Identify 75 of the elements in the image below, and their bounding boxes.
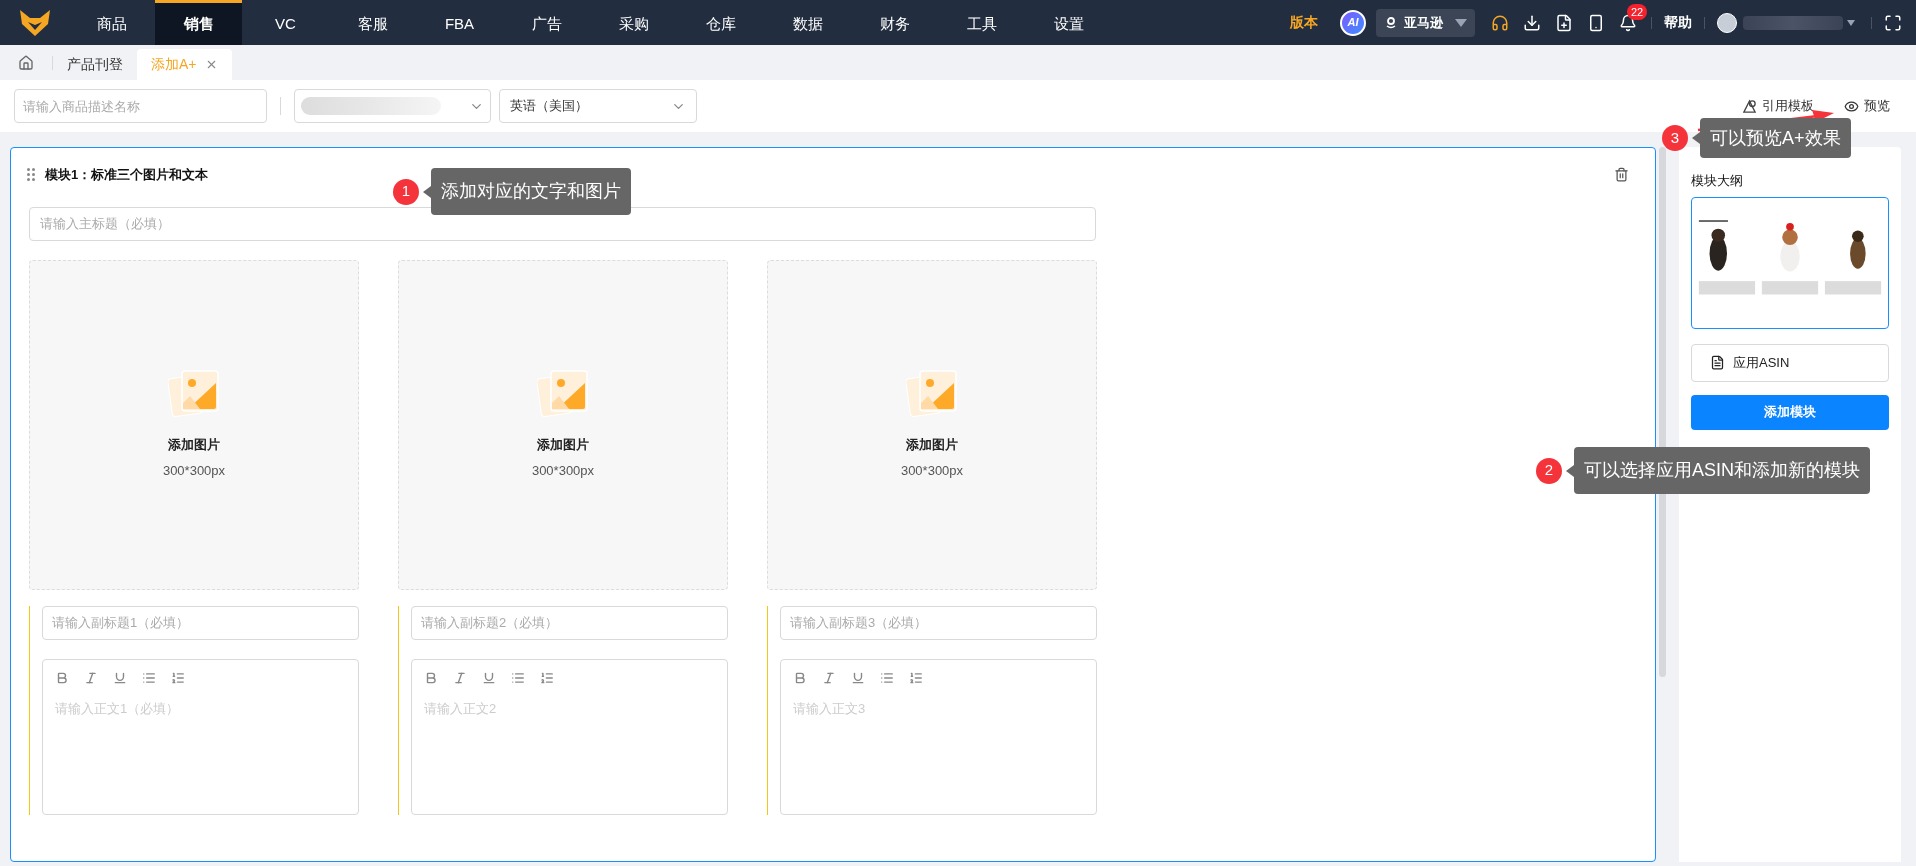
underline-icon[interactable] xyxy=(482,670,496,685)
name-input[interactable]: 请输入商品描述名称 xyxy=(14,89,267,123)
shapes-icon xyxy=(1742,98,1757,114)
numbered-list-icon[interactable] xyxy=(909,670,923,685)
caret-icon xyxy=(1847,19,1855,26)
callout-tooltip: 可以选择应用ASIN和添加新的模块 xyxy=(1574,447,1870,494)
italic-icon[interactable] xyxy=(822,670,836,685)
nav-tab[interactable]: 采购 xyxy=(590,0,677,45)
fullscreen-icon[interactable] xyxy=(1884,13,1902,32)
image-upload-area[interactable]: 添加图片 300*300px xyxy=(767,259,1097,590)
nav-tab[interactable]: 数据 xyxy=(764,0,851,45)
bold-icon[interactable] xyxy=(55,670,69,685)
upload-label: 添加图片 xyxy=(168,436,220,454)
nav-tab[interactable]: 仓库 xyxy=(677,0,764,45)
nav-tab[interactable]: 设置 xyxy=(1025,0,1112,45)
template-link[interactable]: 引用模板 xyxy=(1742,96,1814,116)
preview-link[interactable]: 预览 xyxy=(1844,96,1890,116)
headline-input[interactable]: 请输入主标题（必填） xyxy=(29,206,1096,241)
outline-title: 模块大纲 xyxy=(1691,172,1744,190)
phone-icon[interactable] xyxy=(1587,13,1605,32)
numbered-list-icon[interactable] xyxy=(540,670,554,685)
image-size-hint: 300*300px xyxy=(531,461,595,480)
notification-badge: 22 xyxy=(1627,3,1648,20)
underline-icon[interactable] xyxy=(113,670,127,685)
file-add-icon[interactable] xyxy=(1555,13,1573,32)
image-upload-area[interactable]: 添加图片 300*300px xyxy=(398,259,728,590)
eye-icon xyxy=(1844,98,1859,114)
underline-icon[interactable] xyxy=(851,670,865,685)
fox-logo-icon xyxy=(18,7,52,38)
avatar[interactable] xyxy=(1717,12,1737,33)
document-icon xyxy=(1710,355,1725,370)
upload-label: 添加图片 xyxy=(906,436,958,454)
nav-tab[interactable]: 财务 xyxy=(851,0,938,45)
upload-label: 添加图片 xyxy=(537,436,589,454)
bold-icon[interactable] xyxy=(424,670,438,685)
image-size-hint: 300*300px xyxy=(900,461,964,480)
nav-tab[interactable]: 广告 xyxy=(503,0,590,45)
nav-tab[interactable]: 商品 xyxy=(68,0,155,45)
nav-tab[interactable]: 客服 xyxy=(329,0,416,45)
bold-icon[interactable] xyxy=(793,670,807,685)
callout-tooltip: 添加对应的文字和图片 xyxy=(431,168,631,215)
nav-tab[interactable]: 销售 xyxy=(155,0,242,45)
pointer-icon xyxy=(1692,132,1700,144)
trash-icon[interactable] xyxy=(1614,167,1629,183)
language-select[interactable]: 英语（美国） xyxy=(499,89,697,123)
help-link[interactable]: 帮助 xyxy=(1664,12,1692,33)
image-size-hint: 300*300px xyxy=(162,461,226,480)
nav-tab[interactable]: VC xyxy=(242,0,329,45)
subtitle-input[interactable]: 请输入副标题2（必填） xyxy=(411,605,728,640)
ai-button[interactable]: AI xyxy=(1340,9,1366,36)
add-module-button[interactable]: 添加模块 xyxy=(1691,394,1889,430)
image-upload-area[interactable]: 添加图片 300*300px xyxy=(29,259,359,590)
nav-tab[interactable]: FBA xyxy=(416,0,503,45)
bullet-list-icon[interactable] xyxy=(511,670,525,685)
italic-icon[interactable] xyxy=(84,670,98,685)
italic-icon[interactable] xyxy=(453,670,467,685)
download-icon[interactable] xyxy=(1523,13,1541,32)
numbered-list-icon[interactable] xyxy=(171,670,185,685)
callout-tooltip: 可以预览A+效果 xyxy=(1700,118,1851,158)
module-title: 模块1：标准三个图片和文本 xyxy=(45,166,209,184)
edition-link[interactable]: 版本 xyxy=(1290,12,1318,33)
bullet-list-icon[interactable] xyxy=(880,670,894,685)
page-tab[interactable]: 产品刊登 xyxy=(53,49,137,80)
drag-handle-icon xyxy=(27,168,35,182)
bullet-list-icon[interactable] xyxy=(142,670,156,685)
subtitle-input[interactable]: 请输入副标题1（必填） xyxy=(42,605,359,640)
caret-icon xyxy=(1455,18,1467,27)
nav-tab[interactable]: 工具 xyxy=(938,0,1025,45)
home-icon[interactable] xyxy=(18,55,34,71)
pointer-icon xyxy=(423,185,431,198)
apply-asin-button[interactable]: 应用ASIN xyxy=(1691,343,1889,382)
pointer-icon xyxy=(1566,464,1574,477)
marketplace-select[interactable]: 亚马逊 xyxy=(1376,8,1475,37)
headset-icon[interactable] xyxy=(1491,13,1509,32)
subtitle-input[interactable]: 请输入副标题3（必填） xyxy=(780,605,1097,640)
